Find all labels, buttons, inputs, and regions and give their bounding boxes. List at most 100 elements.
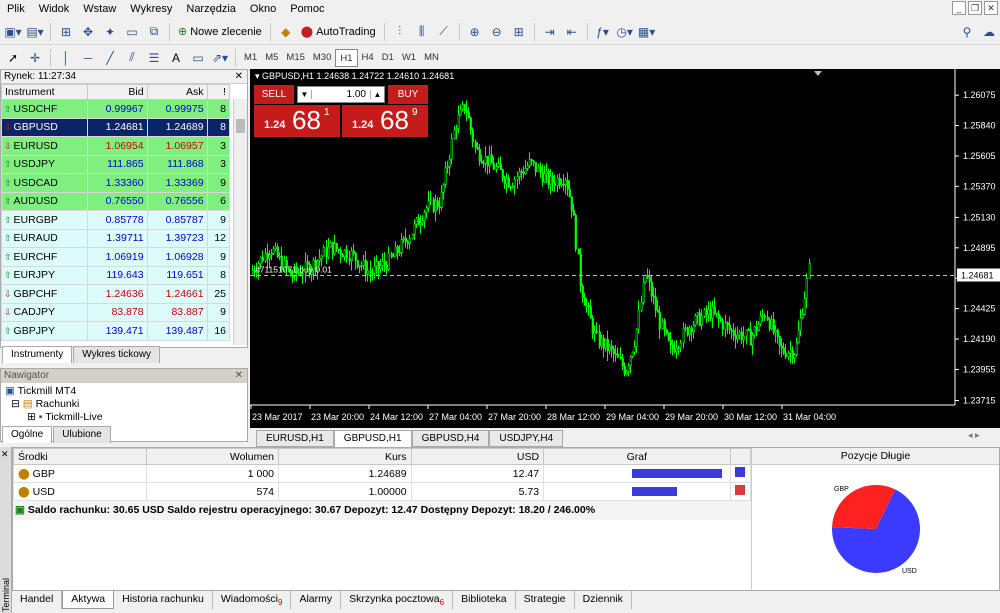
market-watch-row[interactable]: ⇧ GBPJPY 139.471 139.487 16 <box>1 321 231 341</box>
bar-chart-icon[interactable]: ⫶ <box>390 22 410 42</box>
menu-item-4[interactable]: Narzędzia <box>179 0 243 19</box>
market-watch-row[interactable]: ⇧ EURCHF 1.06919 1.06928 9 <box>1 247 231 267</box>
market-watch-row[interactable]: ⇧ EURJPY 119.643 119.651 8 <box>1 265 231 285</box>
chart-tab[interactable]: GBPUSD,H4 <box>411 430 490 447</box>
arrows-icon[interactable]: ⇗▾ <box>210 48 230 68</box>
market-watch-row[interactable]: ⇩ GBPUSD 1.24681 1.24689 8 <box>1 117 231 137</box>
chart-tab[interactable]: GBPUSD,H1 <box>333 430 412 447</box>
fibonacci-icon[interactable]: ☰ <box>144 48 164 68</box>
terminal-tab[interactable]: Skrzynka pocztowa6 <box>341 591 454 609</box>
crosshair-icon[interactable]: ✛ <box>25 48 45 68</box>
market-watch-row[interactable]: ⇧ AUDUSD 0.76550 0.76556 6 <box>1 191 231 211</box>
new-order-button[interactable]: ⊕ Nowe zlecenie <box>175 22 265 42</box>
market-watch-row[interactable]: ⇧ USDCHF 0.99967 0.99975 8 <box>1 99 231 119</box>
timeframe-w1[interactable]: W1 <box>398 49 420 67</box>
menu-item-1[interactable]: Widok <box>32 0 77 19</box>
timeframe-m15[interactable]: M15 <box>282 49 308 67</box>
column-header[interactable]: Instrument <box>1 84 88 100</box>
market-watch-icon[interactable]: ⊞ <box>56 22 76 42</box>
sell-button[interactable]: SELL <box>254 85 294 104</box>
chart-tabs-scroll-icon[interactable]: ◂ ▸ <box>968 430 980 441</box>
market-watch-scrollbar[interactable] <box>233 99 247 345</box>
market-watch-row[interactable]: ⇧ EURGBP 0.85778 0.85787 9 <box>1 210 231 230</box>
column-header[interactable]: Kurs <box>278 448 412 465</box>
asset-row[interactable]: ⬤ GBP 1 000 1.24689 12.47 <box>13 464 752 483</box>
indicators-icon[interactable]: ƒ▾ <box>593 22 613 42</box>
autotrading-button[interactable]: ⬤ AutoTrading <box>298 22 379 42</box>
tester-icon[interactable]: ⧉ <box>144 22 164 42</box>
lot-size-value[interactable]: 1.00 <box>312 89 370 100</box>
text-icon[interactable]: A <box>166 48 186 68</box>
terminal-tab[interactable]: Handel <box>12 591 63 609</box>
tab-1[interactable]: Ulubione <box>53 426 111 443</box>
buy-button[interactable]: BUY <box>388 85 428 104</box>
navigator-item-broker[interactable]: ▣ Tickmill MT4 <box>5 385 243 398</box>
lot-size-stepper[interactable]: ▼ 1.00 ▲ <box>297 86 385 103</box>
tab-1[interactable]: Wykres tickowy <box>73 346 161 363</box>
templates-icon[interactable]: ▦▾ <box>637 22 657 42</box>
horizontal-line-icon[interactable]: ─ <box>78 48 98 68</box>
profiles-icon[interactable]: ▤▾ <box>25 22 45 42</box>
close-icon[interactable]: ✕ <box>1 449 9 460</box>
new-chart-icon[interactable]: ▣▾ <box>3 22 23 42</box>
zoom-out-icon[interactable]: ⊖ <box>487 22 507 42</box>
lot-increase-icon[interactable]: ▲ <box>370 90 384 99</box>
menu-item-3[interactable]: Wykresy <box>123 0 179 19</box>
menu-item-2[interactable]: Wstaw <box>76 0 123 19</box>
timeframe-m5[interactable]: M5 <box>261 49 282 67</box>
column-header[interactable]: Środki <box>13 448 147 465</box>
price-chart[interactable]: 1.26075 1.25840 1.25605 1.25370 1.25130 1.248… <box>250 69 1000 428</box>
timeframe-d1[interactable]: D1 <box>378 49 398 67</box>
terminal-tab[interactable]: Wiadomości9 <box>213 591 292 609</box>
chart-tab[interactable]: EURUSD,H1 <box>256 430 334 447</box>
column-header[interactable]: Bid <box>86 84 148 100</box>
vertical-line-icon[interactable]: │ <box>56 48 76 68</box>
candlestick-icon[interactable]: ⫼ <box>412 22 432 42</box>
tab-0[interactable]: Ogólne <box>2 426 53 443</box>
navigator-item-account[interactable]: ⊞ ▪ Tickmill-Live <box>5 411 243 424</box>
terminal-tab[interactable]: Dziennik <box>575 591 632 609</box>
zoom-in-icon[interactable]: ⊕ <box>465 22 485 42</box>
buy-price-box[interactable]: 1.24 68 9 <box>342 105 428 137</box>
navigator-item-accounts[interactable]: ⊟ ▤ Rachunki <box>5 398 243 411</box>
close-icon[interactable]: ✕ <box>235 369 243 383</box>
terminal-tab[interactable]: Alarmy <box>291 591 342 609</box>
chart-shift-marker[interactable] <box>814 71 822 76</box>
column-header[interactable]: Wolumen <box>145 448 280 465</box>
navigator-icon[interactable]: ✦ <box>100 22 120 42</box>
timeframe-h4[interactable]: H4 <box>358 49 378 67</box>
data-window-icon[interactable]: ✥ <box>78 22 98 42</box>
market-watch-row[interactable]: ⇧ EURAUD 1.39711 1.39723 12 <box>1 228 231 248</box>
autoscroll-icon[interactable]: ⇥ <box>540 22 560 42</box>
tile-windows-icon[interactable]: ⊞ <box>509 22 529 42</box>
metaeditor-icon[interactable]: ◆ <box>276 22 296 42</box>
market-watch-row[interactable]: ⇩ CADJPY 83.878 83.887 9 <box>1 302 231 322</box>
terminal-tab[interactable]: Aktywa <box>62 591 115 609</box>
column-header[interactable]: USD <box>410 448 545 465</box>
timeframe-mn[interactable]: MN <box>420 49 443 67</box>
channel-icon[interactable]: ⫽ <box>122 48 142 68</box>
menu-item-0[interactable]: Plik <box>0 0 32 19</box>
close-icon[interactable]: ✕ <box>984 1 998 15</box>
market-watch-row[interactable]: ⇧ USDJPY 111.865 111.868 3 <box>1 154 231 174</box>
market-watch-row[interactable]: ⇧ USDCAD 1.33360 1.33369 9 <box>1 173 231 193</box>
column-header[interactable]: Ask <box>146 84 208 100</box>
timeframe-h1[interactable]: H1 <box>335 48 358 67</box>
terminal-tab[interactable]: Biblioteka <box>453 591 516 609</box>
tab-0[interactable]: Instrumenty <box>2 346 73 363</box>
restore-icon[interactable]: ❐ <box>968 1 982 15</box>
chart-tab[interactable]: USDJPY,H4 <box>489 430 564 447</box>
menu-item-6[interactable]: Pomoc <box>283 0 331 19</box>
search-icon[interactable]: ⚲ <box>957 22 977 42</box>
terminal-tab[interactable]: Historia rachunku <box>114 591 213 609</box>
community-icon[interactable]: ☁ <box>979 22 999 42</box>
cursor-icon[interactable]: ➚ <box>3 48 23 68</box>
periods-icon[interactable]: ◷▾ <box>615 22 635 42</box>
terminal-icon[interactable]: ▭ <box>122 22 142 42</box>
close-icon[interactable]: ✕ <box>235 70 243 84</box>
terminal-tab[interactable]: Strategie <box>516 591 575 609</box>
trendline-icon[interactable]: ╱ <box>100 48 120 68</box>
sell-price-box[interactable]: 1.24 68 1 <box>254 105 340 137</box>
timeframe-m1[interactable]: M1 <box>240 49 261 67</box>
asset-row[interactable]: ⬤ USD 574 1.00000 5.73 <box>13 482 752 501</box>
